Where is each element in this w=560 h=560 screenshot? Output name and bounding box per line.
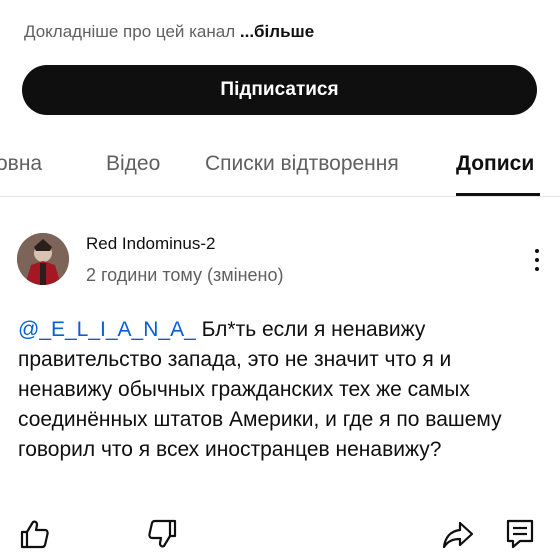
previous-content-peek xyxy=(0,0,560,2)
like-button[interactable] xyxy=(18,517,52,551)
like-icon xyxy=(20,520,49,549)
post-author[interactable]: Red Indominus-2 xyxy=(86,234,215,254)
channel-about-link[interactable]: Докладніше про цей канал ...більше xyxy=(24,22,314,42)
share-icon xyxy=(442,521,474,549)
author-avatar[interactable] xyxy=(17,233,69,285)
active-tab-indicator xyxy=(456,193,540,196)
tab-playlists[interactable]: Списки відтворення xyxy=(205,152,399,176)
tab-videos[interactable]: Відео xyxy=(106,152,160,176)
tab-home[interactable]: овна xyxy=(0,152,42,176)
about-text: Докладніше про цей канал xyxy=(24,22,236,41)
post-timestamp: 2 години тому (змінено) xyxy=(86,265,284,285)
more-options-icon[interactable] xyxy=(527,245,547,275)
channel-tabs: овна Відео Списки відтворення Дописи xyxy=(0,140,560,197)
comment-icon xyxy=(506,519,534,549)
about-more-link[interactable]: ...більше xyxy=(240,22,314,41)
comments-button[interactable] xyxy=(503,517,537,551)
share-button[interactable] xyxy=(441,517,475,551)
dislike-button[interactable] xyxy=(145,517,179,551)
tab-posts[interactable]: Дописи xyxy=(456,152,534,176)
user-mention-link[interactable]: @_E_L_I_A_N_A_ xyxy=(18,318,196,341)
subscribe-button[interactable]: Підписатися xyxy=(22,65,537,115)
subscribe-label: Підписатися xyxy=(220,79,339,100)
community-post: Red Indominus-2 2 години тому (змінено) … xyxy=(0,197,560,560)
avatar-image xyxy=(17,233,69,285)
dislike-icon xyxy=(148,519,177,548)
post-body: @_E_L_I_A_N_A_ Бл*ть если я ненавижу пра… xyxy=(18,315,538,465)
